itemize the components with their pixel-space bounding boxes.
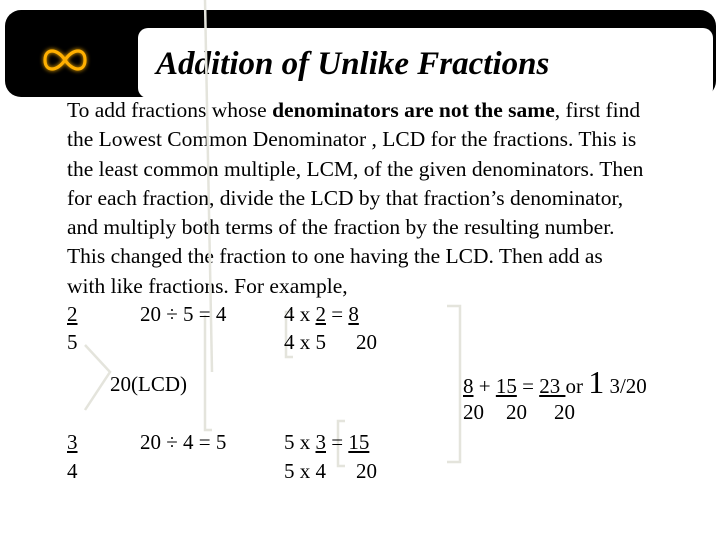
division-step-1: 20 ÷ 5 = 4 — [140, 302, 227, 326]
lcd-chevron — [83, 344, 112, 411]
sum-denominator-2: 20 — [506, 400, 527, 424]
multiply-step-2-top: 5 x 3 = 15 — [284, 430, 370, 454]
fraction2-numerator: 3 — [67, 430, 78, 454]
sum-denominator-3: 20 — [554, 400, 575, 424]
sum-denominator-1: 20 — [463, 400, 484, 424]
mixed-number-fraction: 3/20 — [604, 374, 647, 398]
multiply-step-2-bottom: 5 x 4 — [284, 459, 326, 483]
fraction1-numerator: 2 — [67, 302, 78, 326]
multiply-step-1-bottom: 4 x 5 — [284, 330, 326, 354]
multiply-step-2-result-denominator: 20 — [356, 459, 377, 483]
multiply-step-1-top: 4 x 2 = 8 — [284, 302, 359, 326]
sum-numerators: 8 + 15 = 23 or 1 3/20 — [463, 364, 647, 400]
sum-bracket — [447, 304, 462, 464]
multiply-step-1-result-denominator: 20 — [356, 330, 377, 354]
lcd-label: 20(LCD) — [110, 372, 187, 396]
mixed-number-whole: 1 — [588, 364, 605, 400]
fraction1-denominator: 5 — [67, 330, 78, 354]
fraction2-denominator: 4 — [67, 459, 78, 483]
division-step-2: 20 ÷ 4 = 5 — [140, 430, 227, 454]
